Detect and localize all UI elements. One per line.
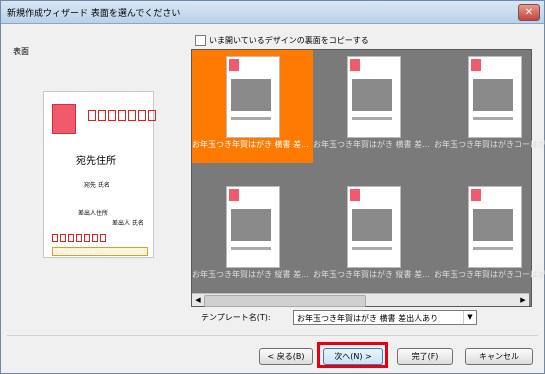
copy-design-option[interactable]: いま開いているデザインの裏面をコピーする (195, 35, 369, 46)
finish-button[interactable]: 完了(F) (397, 348, 453, 365)
template-label: お年玉つき年賀はがきコーはが... (434, 140, 545, 149)
template-label: お年玉つき年賀はがき 横書 差... (192, 140, 309, 149)
side-label: 表面 (13, 47, 29, 56)
template-name-value: お年玉つき年賀はがき 横書 差出人あり (297, 314, 439, 323)
template-thumbnail (226, 56, 280, 138)
template-thumbnail (226, 186, 280, 268)
divider (7, 335, 538, 336)
preview-sender-name: 差出人 氏名 (112, 220, 144, 227)
postal-code-boxes (88, 110, 156, 121)
template-gallery: お年玉つき年賀はがき 横書 差... お年玉つき年賀はがき 横書 差... お年… (191, 49, 545, 307)
template-cell[interactable]: お年玉つき年賀はがき 縦書 差... (192, 180, 313, 293)
horizontal-scrollbar[interactable]: ◀ ▶ (192, 293, 529, 307)
template-thumbnail (468, 56, 522, 138)
preview-sender-address: 差出人住所 (78, 210, 109, 217)
template-cell[interactable]: お年玉つき年賀はがき 縦書 差... (313, 180, 434, 293)
chevron-down-icon[interactable]: ▼ (463, 311, 476, 324)
preview-name: 宛先 氏名 (84, 182, 110, 189)
template-label: お年玉つき年賀はがき 横書 差... (313, 140, 430, 149)
template-name-label: テンプレート名(T): (201, 313, 271, 322)
stamp-icon (52, 104, 76, 134)
template-thumbnail (347, 56, 401, 138)
lottery-number-strip (52, 247, 148, 256)
cancel-button[interactable]: キャンセル (465, 348, 533, 365)
template-cell[interactable]: お年玉つき年賀はがき 横書 差... (313, 50, 434, 163)
back-button[interactable]: < 戻る(B) (259, 348, 313, 365)
preview-address: 宛先住所 (76, 156, 116, 167)
next-button-highlight (317, 342, 388, 368)
scroll-right-icon[interactable]: ▶ (517, 294, 529, 306)
template-thumbnail (468, 186, 522, 268)
template-cell[interactable]: お年玉つき年賀はがき 横書 差... (192, 50, 313, 163)
template-label: お年玉つき年賀はがき 縦書 差... (313, 270, 430, 279)
scroll-thumb[interactable] (204, 295, 366, 307)
postcard-preview: 宛先住所 宛先 氏名 差出人住所 差出人 氏名 (43, 91, 156, 258)
template-label: お年玉つき年賀はがきコーはが... (434, 270, 545, 279)
copy-design-label: いま開いているデザインの裏面をコピーする (209, 36, 369, 45)
copy-design-checkbox[interactable] (195, 35, 206, 46)
titlebar: 新規作成ウィザード 表面を選んでください ✕ (1, 1, 544, 24)
template-cell[interactable]: お年玉つき年賀はがきコーはが... (434, 180, 545, 293)
scroll-left-icon[interactable]: ◀ (192, 294, 204, 306)
wizard-window: 新規作成ウィザード 表面を選んでください ✕ いま開いているデザインの裏面をコピ… (0, 0, 545, 374)
template-name-select[interactable]: お年玉つき年賀はがき 横書 差出人あり ▼ (293, 310, 477, 325)
content: いま開いているデザインの裏面をコピーする 表面 宛先住所 宛先 氏名 差出人住所… (1, 24, 545, 373)
template-cell[interactable]: お年玉つき年賀はがきコーはが... (434, 50, 545, 163)
template-label: お年玉つき年賀はがき 縦書 差... (192, 270, 309, 279)
close-button[interactable]: ✕ (518, 4, 540, 21)
sender-postal-boxes (52, 234, 106, 242)
template-thumbnail (347, 186, 401, 268)
window-title: 新規作成ウィザード 表面を選んでください (7, 9, 181, 19)
